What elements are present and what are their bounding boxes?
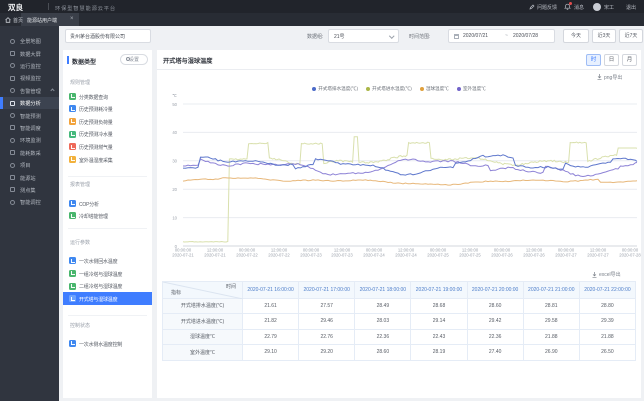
svg-text:20: 20 bbox=[172, 187, 177, 192]
svg-text:2020-07-28: 2020-07-28 bbox=[619, 253, 641, 258]
svg-text:2020-07-23: 2020-07-23 bbox=[331, 253, 353, 258]
svg-text:2020-07-26: 2020-07-26 bbox=[523, 253, 545, 258]
svg-text:50: 50 bbox=[172, 102, 177, 107]
svg-text:2020-07-21: 2020-07-21 bbox=[204, 253, 226, 258]
svg-text:2020-07-25: 2020-07-25 bbox=[427, 253, 449, 258]
svg-text:2020-07-22: 2020-07-22 bbox=[236, 253, 258, 258]
svg-text:2020-07-21: 2020-07-21 bbox=[172, 253, 194, 258]
svg-text:2020-07-27: 2020-07-27 bbox=[555, 253, 577, 258]
svg-text:30: 30 bbox=[172, 159, 177, 164]
svg-text:2020-07-22: 2020-07-22 bbox=[268, 253, 290, 258]
svg-text:2020-07-24: 2020-07-24 bbox=[395, 253, 417, 258]
svg-text:2020-07-26: 2020-07-26 bbox=[491, 253, 513, 258]
svg-text:℃: ℃ bbox=[172, 93, 177, 98]
svg-text:2020-07-27: 2020-07-27 bbox=[587, 253, 609, 258]
svg-text:2020-07-23: 2020-07-23 bbox=[300, 253, 322, 258]
svg-text:40: 40 bbox=[172, 130, 177, 135]
svg-text:10: 10 bbox=[172, 215, 177, 220]
svg-text:2020-07-24: 2020-07-24 bbox=[363, 253, 385, 258]
svg-text:2020-07-25: 2020-07-25 bbox=[459, 253, 481, 258]
